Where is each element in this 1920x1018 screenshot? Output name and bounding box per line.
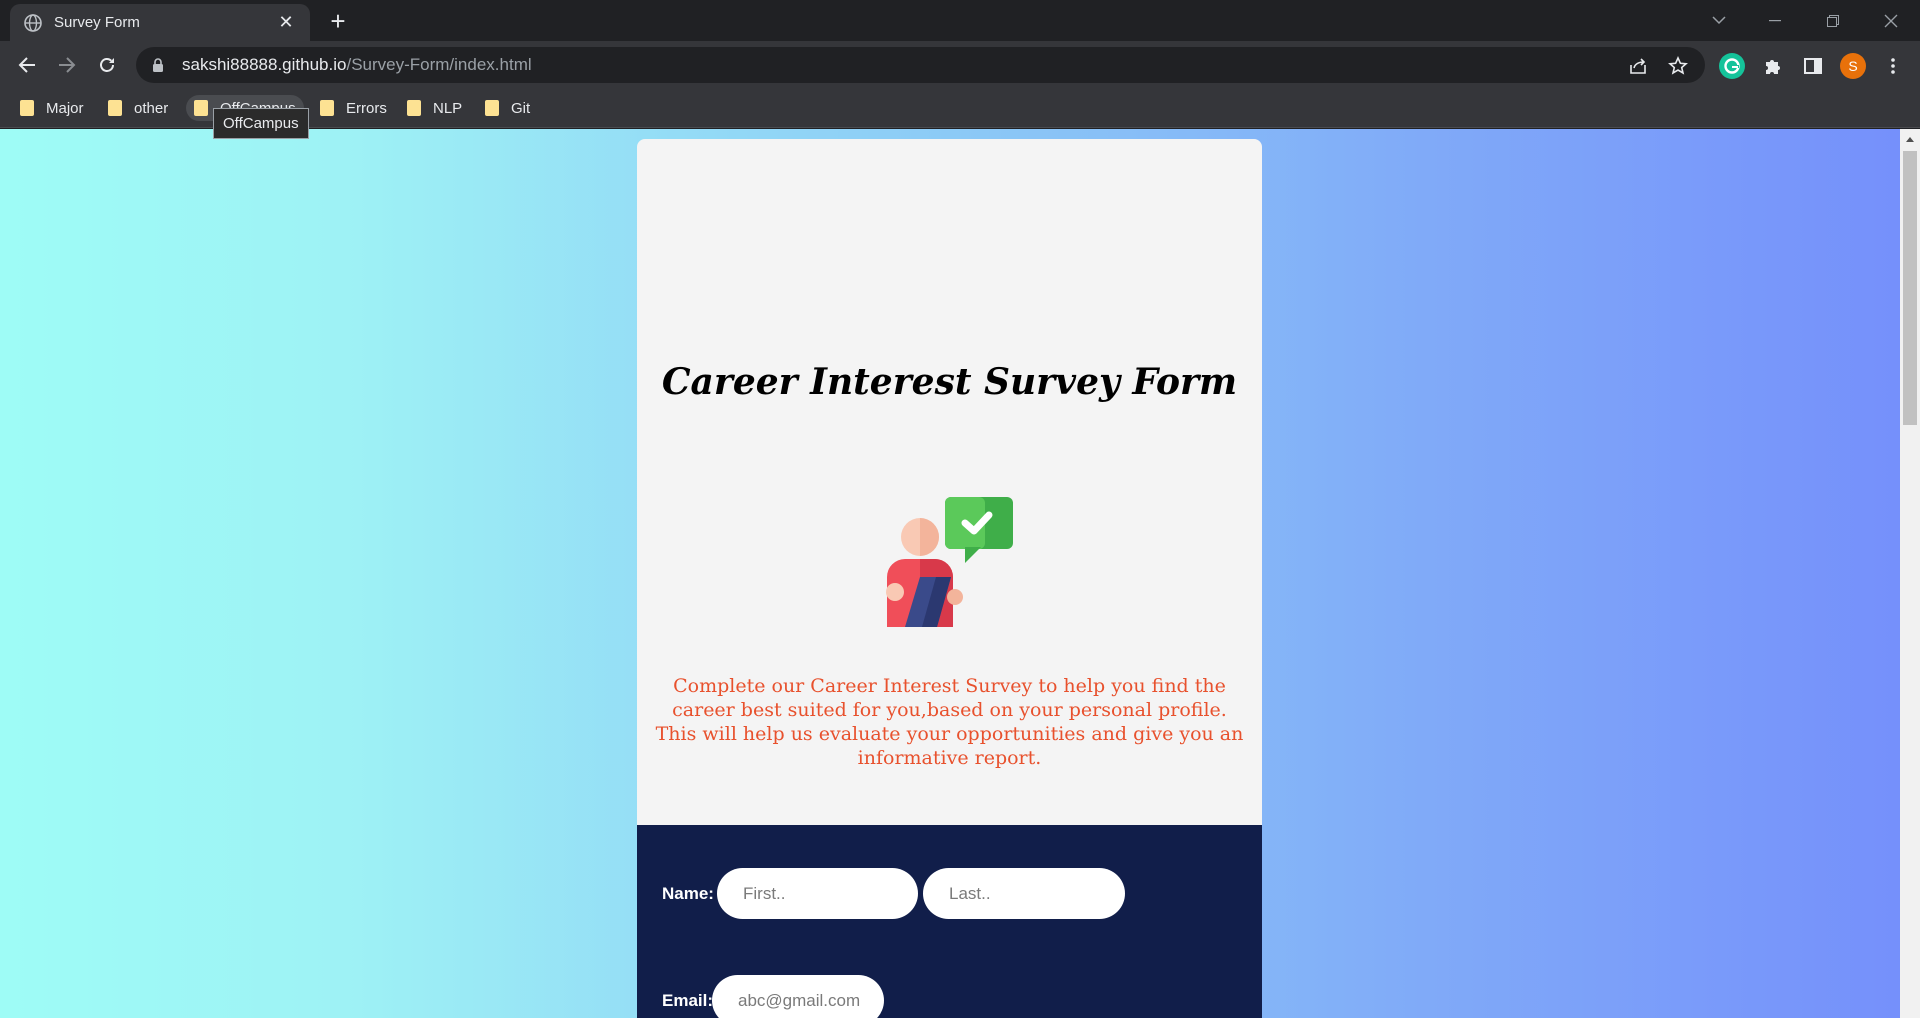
bookmark-label: Git — [511, 99, 531, 117]
globe-icon — [24, 13, 42, 32]
new-tab-button[interactable]: + — [325, 8, 351, 34]
browser-tab[interactable]: Survey Form ✕ — [10, 4, 310, 41]
email-label: Email: — [662, 991, 714, 1010]
restore-button[interactable] — [1804, 0, 1862, 41]
profile-avatar[interactable]: S — [1840, 53, 1866, 79]
survey-header-card: Career Interest Survey Form Complete our… — [637, 139, 1262, 827]
bookmark-folder-git[interactable]: Git — [477, 95, 538, 121]
extensions-puzzle-icon[interactable] — [1760, 53, 1786, 79]
description-line: This will help us evaluate your opportun… — [655, 723, 1244, 769]
bookmark-tooltip: OffCampus — [213, 108, 309, 139]
folder-icon — [194, 100, 208, 116]
menu-kebab-icon[interactable] — [1880, 53, 1906, 79]
side-panel-icon[interactable] — [1800, 53, 1826, 79]
scroll-up-arrow-icon[interactable] — [1906, 137, 1914, 142]
folder-icon — [108, 100, 122, 116]
tab-title: Survey Form — [54, 14, 140, 31]
last-name-input[interactable] — [923, 868, 1125, 919]
name-label: Name: — [662, 884, 714, 903]
back-button[interactable] — [12, 50, 42, 80]
page-scrollbar[interactable] — [1900, 129, 1920, 1018]
bookmark-label: NLP — [433, 99, 463, 117]
browser-toolbar: sakshi88888.github.io/Survey-Form/index.… — [0, 41, 1920, 89]
bookmark-folder-errors[interactable]: Errors — [312, 95, 395, 121]
survey-form: Name: Email: — [637, 825, 1262, 1018]
bookmark-folder-major[interactable]: Major — [12, 95, 92, 121]
email-input[interactable] — [712, 975, 884, 1018]
share-icon[interactable] — [1628, 56, 1648, 76]
description-line: Complete our Career Interest Survey to h… — [672, 675, 1227, 721]
folder-icon — [320, 100, 334, 116]
forward-button[interactable] — [52, 50, 82, 80]
survey-person-icon — [886, 497, 1013, 627]
bookmark-label: Major — [46, 99, 84, 117]
bookmark-folder-nlp[interactable]: NLP — [399, 95, 470, 121]
bookmark-star-icon[interactable] — [1668, 56, 1688, 76]
folder-icon — [485, 100, 499, 116]
folder-icon — [407, 100, 421, 116]
page-title: Career Interest Survey Form — [661, 361, 1238, 403]
tab-strip: Survey Form ✕ + — [0, 0, 1920, 41]
url-path: /Survey-Form/index.html — [346, 55, 532, 74]
lock-icon[interactable] — [152, 56, 170, 74]
profile-initial: S — [1848, 58, 1858, 74]
survey-description: Complete our Career Interest Survey to h… — [647, 674, 1252, 770]
first-name-input[interactable] — [717, 868, 918, 919]
reload-button[interactable] — [92, 50, 122, 80]
address-bar[interactable]: sakshi88888.github.io/Survey-Form/index.… — [136, 47, 1705, 83]
url-host: sakshi88888.github.io — [182, 55, 347, 74]
folder-icon — [20, 100, 34, 116]
scrollbar-thumb[interactable] — [1903, 151, 1917, 425]
close-tab-icon[interactable]: ✕ — [276, 12, 296, 33]
bookmark-label: other — [134, 99, 169, 117]
tab-search-icon[interactable] — [1690, 0, 1748, 41]
minimize-button[interactable] — [1746, 0, 1804, 41]
close-window-button[interactable] — [1862, 0, 1920, 41]
grammarly-extension-icon[interactable] — [1719, 53, 1745, 79]
page-viewport: Career Interest Survey Form Complete our… — [0, 129, 1900, 1018]
bookmark-folder-other[interactable]: other — [100, 95, 176, 121]
bookmark-label: Errors — [346, 99, 387, 117]
